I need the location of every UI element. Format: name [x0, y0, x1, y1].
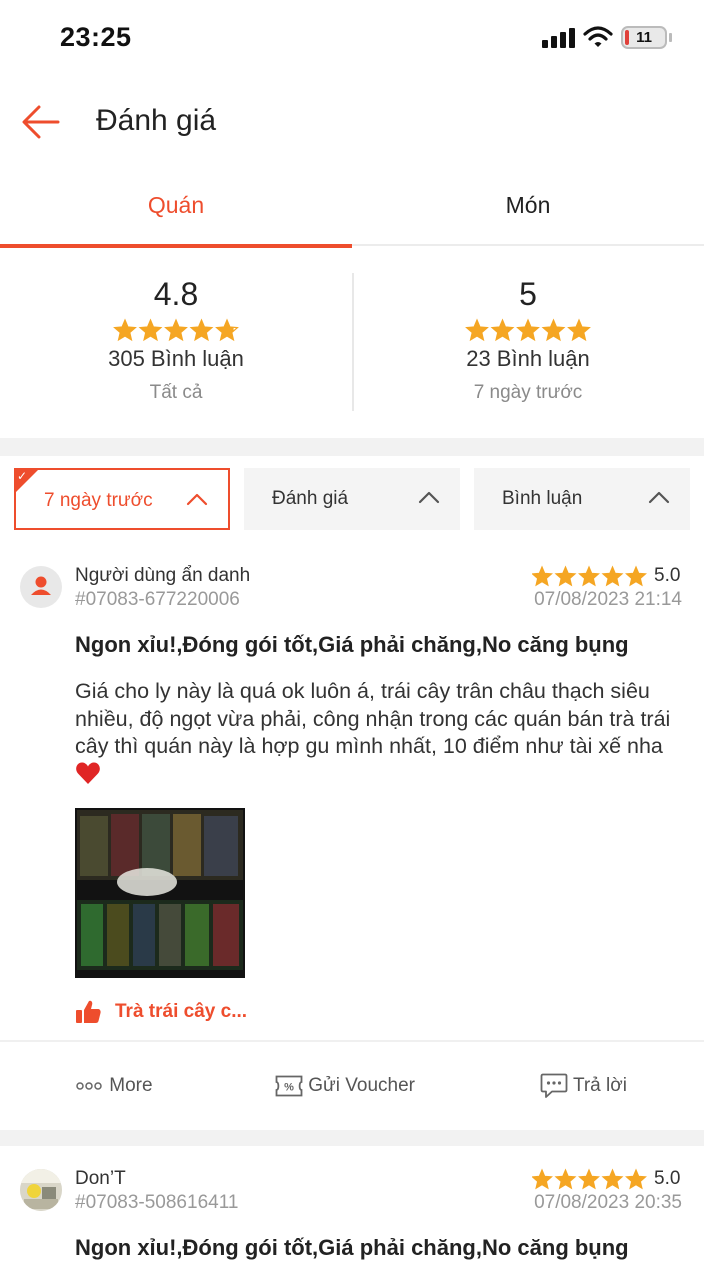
cellular-signal-icon [542, 28, 576, 48]
avatar-image [20, 1169, 62, 1211]
battery-level: 11 [636, 29, 652, 46]
star-icon-filled [579, 1170, 599, 1189]
filter-rating[interactable]: Đánh giá [244, 468, 460, 530]
user-icon [31, 576, 51, 595]
summary-score: 5 [519, 276, 537, 312]
rating-summary: 4.8 305 Bình luận Tất cả 5 23 Bình luận … [0, 248, 704, 438]
filter-comment[interactable]: Bình luận [474, 468, 690, 530]
review-score: 5.0 [654, 565, 681, 586]
order-id: #07083-677220006 [75, 589, 240, 610]
star-rating-icon [532, 1168, 647, 1190]
summary-count: 305 Bình luận [108, 346, 244, 371]
summary-label: 7 ngày trước [473, 382, 583, 403]
summary-score: 4.8 [153, 276, 199, 312]
star-icon-filled [602, 1170, 623, 1189]
summary-recent[interactable]: 5 23 Bình luận 7 ngày trước [352, 248, 704, 438]
svg-text:%: % [284, 1081, 294, 1093]
review-body: Giá cho ly này là quá ok luôn á, trái câ… [75, 678, 687, 788]
voucher-icon: % [275, 1075, 303, 1097]
review-date: 07/08/2023 21:14 [534, 589, 682, 610]
section-separator [0, 438, 704, 456]
summary-label: Tất cả [149, 382, 203, 403]
star-icon-filled [555, 1170, 576, 1189]
heart-icon [76, 761, 100, 784]
review-photo[interactable] [75, 808, 245, 978]
reply-button[interactable]: Trả lời [540, 1042, 627, 1130]
star-icon-filled [191, 320, 212, 340]
avatar[interactable] [20, 1169, 62, 1211]
tab-shop[interactable]: Quán [0, 170, 352, 248]
star-icon-filled [140, 320, 161, 340]
chevron-up-icon [648, 491, 670, 504]
order-id: #07083-508616411 [75, 1192, 239, 1213]
star-icon-filled [517, 320, 539, 340]
star-icon-filled [579, 567, 599, 586]
battery-icon: 11 [621, 26, 667, 49]
page-title: Đánh giá [96, 104, 217, 137]
liked-item-label: Trà trái cây c... [115, 1001, 248, 1022]
thumbs-up-icon [76, 1000, 101, 1023]
review-actions: More % Gửi Voucher Trả lời [0, 1040, 704, 1130]
reply-label: Trả lời [572, 1075, 627, 1096]
chat-bubble-icon [540, 1073, 568, 1098]
review-score: 5.0 [654, 1168, 681, 1189]
star-icon-filled [626, 567, 646, 586]
chevron-up-icon [186, 493, 208, 506]
star-icon-filled [114, 320, 136, 340]
star-icon-filled [466, 320, 488, 340]
star-icon-filled [555, 567, 576, 586]
review-date: 07/08/2023 20:35 [534, 1192, 682, 1213]
summary-all[interactable]: 4.8 305 Bình luận Tất cả [0, 248, 352, 438]
star-icon-filled [543, 320, 564, 340]
chevron-up-icon [418, 491, 440, 504]
star-rating-icon [532, 565, 647, 587]
back-arrow-icon [22, 105, 60, 139]
review-body-text: Giá cho ly này là quá ok luôn á, trái câ… [75, 679, 671, 758]
filter-label: 7 ngày trước [44, 490, 153, 511]
reviewer-name: Don’T [75, 1168, 126, 1189]
star-icon-filled [568, 320, 590, 340]
section-separator [0, 1130, 704, 1146]
star-icon-filled [165, 320, 187, 340]
check-icon: ✓ [17, 469, 28, 483]
filter-label: Đánh giá [272, 488, 349, 509]
wifi-icon [583, 26, 613, 47]
review-title: Ngon xỉu!,Đóng gói tốt,Giá phải chăng,No… [75, 632, 629, 657]
star-icon-filled [492, 320, 513, 340]
voucher-label: Gửi Voucher [308, 1075, 415, 1096]
filter-label: Bình luận [502, 488, 583, 509]
review-title: Ngon xỉu!,Đóng gói tốt,Giá phải chăng,No… [75, 1235, 629, 1260]
star-rating-icon [465, 318, 591, 342]
tab-dishes[interactable]: Món [352, 170, 704, 246]
more-button[interactable]: More [76, 1042, 153, 1130]
back-button[interactable] [18, 100, 66, 144]
star-icon-filled [532, 567, 552, 586]
star-icon-filled [602, 567, 623, 586]
star-icon-filled [532, 1170, 552, 1189]
more-label: More [109, 1075, 153, 1096]
avatar[interactable] [20, 566, 62, 608]
more-dots-icon [76, 1082, 102, 1090]
star-icon-filled [626, 1170, 646, 1189]
status-bar: 23:25 11 [0, 0, 704, 78]
star-rating-icon [113, 318, 239, 342]
status-time: 23:25 [60, 22, 132, 52]
send-voucher-button[interactable]: % Gửi Voucher [275, 1042, 415, 1130]
reviewer-name: Người dùng ẩn danh [75, 565, 251, 586]
tab-bar: Quán Món [0, 170, 704, 248]
summary-count: 23 Bình luận [466, 346, 590, 371]
filter-7-days[interactable]: ✓ 7 ngày trước [14, 468, 230, 530]
